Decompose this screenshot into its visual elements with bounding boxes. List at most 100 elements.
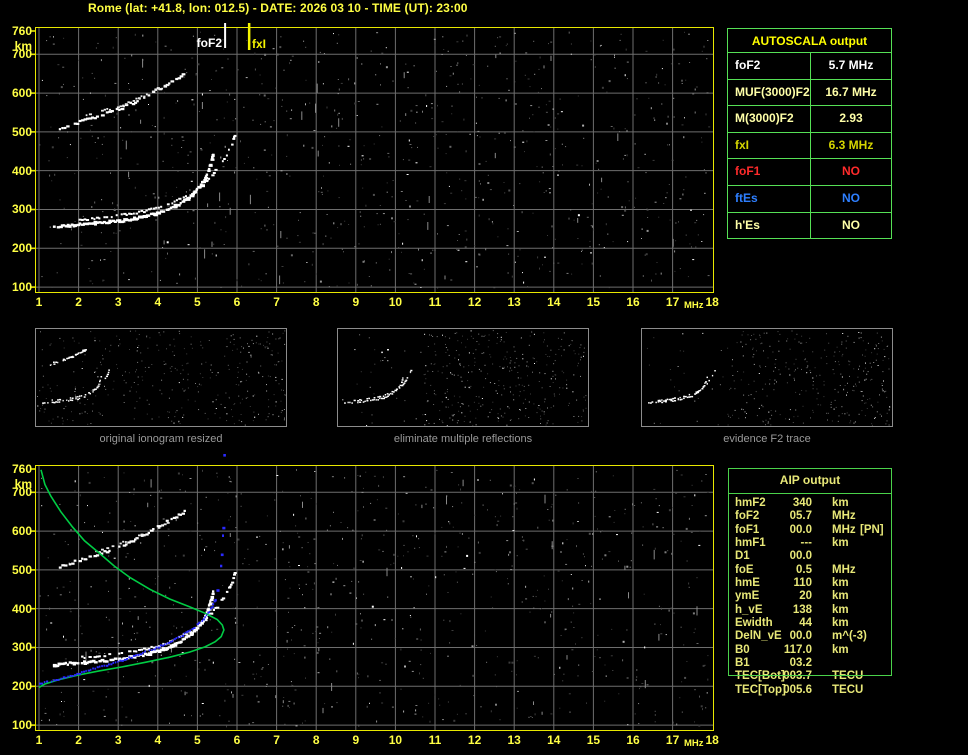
ionogram-top-panel	[31, 23, 714, 293]
table-row: ftEs NO	[728, 184, 891, 212]
x-axis-label-top: 1	[35, 295, 43, 309]
autoscala-table-title: AUTOSCALA output	[751, 34, 868, 48]
table-row: MUF(3000)F2 16.7 MHz	[728, 78, 891, 106]
aip-row-unit: MHz	[832, 523, 856, 536]
autoscala-row-label: ftEs	[728, 185, 811, 212]
autoscala-row-label: h'Es	[728, 212, 811, 239]
x-axis-label-bottom: 13	[507, 733, 521, 747]
y-axis-label-bottom: 700	[11, 485, 32, 500]
table-row: foF2 5.7 MHz	[728, 52, 891, 79]
table-row: h'Es NO	[728, 211, 891, 239]
table-row: Ewidth 44 km	[728, 617, 892, 630]
process-caption-evidence-f2: evidence F2 trace	[723, 433, 811, 445]
x-axis-label-bottom: 18	[705, 733, 719, 747]
table-row: ymE 20 km	[728, 590, 892, 603]
aip-row-unit: km	[832, 643, 849, 656]
aip-row-unit: TECU	[832, 670, 864, 683]
aip-row-unit: m^(-3)	[832, 630, 867, 643]
aip-header-divider	[728, 493, 892, 494]
table-row: hmF2 340 km	[728, 497, 892, 510]
aip-row-value: 003.7	[783, 670, 812, 683]
autoscala-row-label: foF1	[728, 159, 811, 185]
aip-row-value: 05.7	[789, 510, 812, 523]
autoscala-row-value: 6.3 MHz	[828, 137, 874, 152]
y-axis-label-top: 100	[11, 280, 32, 295]
x-axis-label-top: 18	[705, 295, 719, 309]
table-row: DelN_vE 00.0 m^(-3)	[728, 630, 892, 643]
process-panel-original	[35, 328, 287, 427]
aip-row-unit: MHz	[832, 510, 856, 523]
x-axis-label-top: 5	[194, 295, 201, 309]
table-row: foE 0.5 MHz	[728, 564, 892, 577]
table-row: D1 00.0	[728, 550, 892, 563]
autoscala-row-value: NO	[842, 190, 860, 205]
x-axis-label-bottom: 3	[114, 733, 122, 747]
x-axis-label-top: 17	[665, 295, 680, 309]
table-row: B1 03.2	[728, 657, 892, 670]
table-row: B0 117.0 km	[728, 644, 892, 657]
table-row: fxI 6.3 MHz	[728, 131, 891, 159]
aip-row-label: foE	[735, 563, 754, 576]
x-axis-label-bottom: 15	[586, 733, 601, 747]
y-axis-label-top: 500	[11, 124, 32, 139]
aip-table-rows: hmF2 340 km foF2 05.7 MHz foF1 00.0 MHz [PN] hm…	[728, 497, 892, 697]
x-axis-unit-bottom: MHz	[684, 738, 704, 749]
process-panel-evidence-f2	[641, 328, 893, 427]
process-caption-eliminate-reflections: eliminate multiple reflections	[393, 433, 533, 445]
process-plot-eliminate-reflections	[342, 330, 587, 426]
aip-row-label: B0	[735, 643, 750, 656]
x-axis-label-bottom: 10	[388, 733, 403, 747]
x-axis-label-top: 16	[626, 295, 640, 309]
autoscala-row-label: foF2	[728, 53, 811, 79]
x-axis-label-bottom: 7	[273, 733, 280, 747]
aip-row-unit: TECU	[832, 683, 864, 696]
aip-row-value: 117.0	[783, 643, 812, 656]
autoscala-row-value: 16.7 MHz	[825, 84, 877, 99]
x-axis-label-top: 13	[507, 295, 521, 309]
y-axis-label-bottom: 400	[11, 601, 32, 616]
aip-row-value: 20	[799, 590, 812, 603]
aip-row-value: ---	[800, 537, 813, 550]
table-row: TEC[Top] 005.6 TECU	[728, 684, 892, 697]
table-row: TEC[Bot] 003.7 TECU	[728, 670, 892, 683]
x-axis-label-bottom: 12	[467, 733, 482, 747]
process-panel-eliminate-reflections	[337, 328, 589, 427]
ionogram-bottom-panel	[31, 454, 714, 731]
aip-row-unit: MHz	[832, 563, 856, 576]
x-axis-label-bottom: 6	[233, 733, 241, 747]
y-axis-label-top: 300	[11, 202, 32, 217]
x-axis-label-top: 9	[352, 295, 360, 309]
process-plot-original	[37, 330, 286, 426]
aip-row-value: 0.5	[796, 563, 812, 576]
y-axis-label-bottom: 760	[11, 462, 32, 476]
autoscala-row-value: NO	[842, 217, 860, 232]
x-axis-label-top: 15	[586, 295, 601, 309]
table-row: h_vE 138 km	[728, 604, 892, 617]
x-axis-label-bottom: 8	[312, 733, 320, 747]
x-axis-label-bottom: 2	[75, 733, 82, 747]
table-row: M(3000)F2 2.93	[728, 105, 891, 132]
x-axis-label-bottom: 17	[665, 733, 680, 747]
autoscala-row-label: M(3000)F2	[728, 106, 811, 132]
aip-row-unit: km	[832, 617, 849, 630]
aip-row-label: D1	[735, 550, 750, 563]
table-row: foF2 05.7 MHz	[728, 510, 892, 523]
fxI-marker-label: fxI	[252, 37, 267, 51]
y-axis-label-bottom: 500	[11, 562, 32, 577]
aip-row-unit: km	[832, 577, 849, 590]
aip-table-title: AIP output	[779, 473, 841, 487]
y-axis-label-bottom: 600	[11, 524, 32, 539]
ionogram-plot-bottom	[31, 454, 713, 730]
aip-row-label: B1	[735, 657, 750, 670]
table-row: hmF1 --- km	[728, 537, 892, 550]
x-axis-label-top: 7	[273, 295, 280, 309]
x-axis-label-bottom: 16	[626, 733, 640, 747]
y-axis-label-top: 600	[11, 86, 32, 101]
y-axis-label-bottom: 200	[11, 679, 32, 694]
x-axis-label-top: 4	[154, 295, 162, 309]
aip-row-value: 110	[793, 577, 812, 590]
autoscala-row-value: NO	[842, 164, 860, 179]
aip-row-value: 138	[792, 603, 812, 616]
aip-row-value: 005.6	[783, 683, 812, 696]
x-axis-label-bottom: 11	[428, 733, 442, 747]
